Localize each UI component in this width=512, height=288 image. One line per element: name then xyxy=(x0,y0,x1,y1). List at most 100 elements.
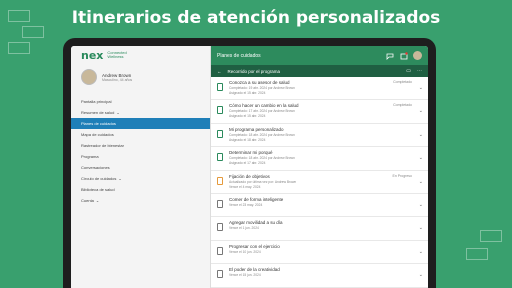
list-item[interactable]: Fijación de objetivos Actualizado por últ… xyxy=(211,171,428,194)
hexagon-decoration xyxy=(8,42,30,54)
sidebar-item[interactable]: Pantalla principal xyxy=(71,96,210,107)
brand-logo: nex Connected Wellness xyxy=(71,46,210,64)
avatar xyxy=(81,69,97,85)
list-item-meta: Actualizado por última vez por: Andrew B… xyxy=(229,179,297,184)
sidebar-item-label: Conversaciones xyxy=(81,165,110,170)
list-item-meta: Completado: 17 abr. 2024 por Andrew Brow… xyxy=(229,109,295,114)
list-item-meta: Asignado el 15 abr. 2024 xyxy=(229,114,266,119)
sidebar-item[interactable]: Planes de cuidados xyxy=(71,118,210,129)
hexagon-decoration xyxy=(466,248,488,260)
list-item-meta: Vence el 4 may. 2024 xyxy=(229,184,261,189)
chevron-down-icon: ⌄ xyxy=(116,110,120,115)
sidebar-item-label: Rastreador de bienestar xyxy=(81,143,124,148)
checklist-complete-icon xyxy=(217,83,223,91)
list-item-body: Progresar con el ejercicio Vence el 10 ju… xyxy=(229,244,422,254)
sidebar: nex Connected Wellness Andrew Brown Masc… xyxy=(71,46,211,288)
sidebar-item[interactable]: Rastreador de bienestar xyxy=(71,140,210,151)
checklist-in-progress-icon xyxy=(217,176,223,185)
chevron-down-icon: ⌄ xyxy=(118,176,122,181)
document-icon xyxy=(217,223,223,232)
checklist-complete-icon xyxy=(217,129,223,138)
header-avatar[interactable] xyxy=(413,51,422,60)
chevron-down-icon[interactable]: ⌄ xyxy=(419,272,423,278)
main-panel: Planes de cuidados ← Recorrido por el pr… xyxy=(211,46,428,288)
list-item-title: Agregar movilidad a su día xyxy=(229,220,283,226)
list-item[interactable]: Agregar movilidad a su día Vence el 1 jun… xyxy=(211,217,428,241)
sidebar-item[interactable]: Resumen de salud ⌄ xyxy=(71,107,210,118)
chevron-down-icon[interactable]: ⌄ xyxy=(419,155,423,161)
section-title: Recorrido por el programa xyxy=(227,68,281,74)
sidebar-item[interactable]: Programa xyxy=(71,151,210,162)
list-item-title: Progresar con el ejercicio xyxy=(229,243,280,249)
user-profile[interactable]: Andrew Brown Masculino, 44 años xyxy=(71,64,210,90)
logo-sub-line2: Wellness xyxy=(107,54,124,59)
chevron-down-icon[interactable]: ⌄ xyxy=(419,108,423,114)
list-item-meta: Asignado el 18 abr. 2024 xyxy=(229,137,266,142)
tablet-frame: nex Connected Wellness Andrew Brown Masc… xyxy=(63,38,436,288)
sidebar-nav: Pantalla principal Resumen de salud ⌄ Plane… xyxy=(71,96,210,206)
list-item-body: Mi programa personalizado Completado: 18 … xyxy=(229,127,422,142)
list-item-meta: Completado: 18 abr. 2024 por Andrew Brow… xyxy=(229,156,295,161)
hexagon-decoration xyxy=(480,230,502,242)
logo-sub-text: Connected Wellness xyxy=(107,50,126,60)
back-arrow-icon[interactable]: ← xyxy=(217,69,222,74)
list-item-title: Mi programa personalizado xyxy=(229,126,284,132)
chevron-down-icon[interactable]: ⌄ xyxy=(419,132,423,138)
list-item-meta: Vence el 23 may. 2024 xyxy=(229,202,263,207)
list-item-meta: Asignado el 17 abr. 2024 xyxy=(229,161,266,166)
list-item-title: Comer de forma inteligente xyxy=(229,196,284,202)
sidebar-item[interactable]: Cuenta ⌄ xyxy=(71,195,210,206)
list-item-meta: Completado: 19 abr. 2024 por Andrew Brow… xyxy=(229,86,295,90)
profile-subtitle: Masculino, 44 años xyxy=(102,77,133,82)
sidebar-item-label: Pantalla principal xyxy=(81,99,112,104)
list-item[interactable]: Conozca a su asesor de salud Completado: … xyxy=(211,77,428,101)
list-item-meta: Vence el 15 jun. 2024 xyxy=(229,273,261,278)
app-screen: nex Connected Wellness Andrew Brown Masc… xyxy=(71,46,428,288)
chat-icon[interactable] xyxy=(385,51,394,60)
chevron-down-icon[interactable]: ⌄ xyxy=(419,202,423,208)
document-icon xyxy=(217,270,223,279)
document-icon xyxy=(217,246,223,255)
list-item[interactable]: Comer de forma inteligente Vence el 23 ma… xyxy=(211,194,428,218)
list-item-meta: Vence el 10 jun. 2024 xyxy=(229,249,261,254)
more-options-icon[interactable]: ⋯ xyxy=(417,68,422,74)
chevron-down-icon[interactable]: ⌄ xyxy=(419,85,423,91)
status-label: Completado xyxy=(393,103,412,108)
page-title: Planes de cuidados xyxy=(217,52,261,59)
section-header: ← Recorrido por el programa ▭ ⋯ xyxy=(211,65,428,77)
checklist-complete-icon xyxy=(217,153,223,162)
sidebar-item-label: Mapa de cuidados xyxy=(81,132,114,137)
list-item-meta: Asignado el 15 abr. 2024 xyxy=(229,91,266,95)
chevron-down-icon[interactable]: ⌄ xyxy=(419,225,423,231)
sidebar-item-label: Cuenta xyxy=(81,198,94,203)
sidebar-item[interactable]: Conversaciones xyxy=(71,162,210,173)
list-item[interactable]: Cómo hacer un cambio en la salud Completa… xyxy=(211,100,428,124)
print-icon[interactable]: ▭ xyxy=(406,68,411,74)
sidebar-item[interactable]: Círculo de cuidados ⌄ xyxy=(71,173,210,184)
sidebar-item-label: Círculo de cuidados xyxy=(81,176,117,181)
profile-name: Andrew Brown xyxy=(102,72,132,78)
status-label: En Progreso xyxy=(392,173,412,178)
list-item[interactable]: Progresar con el ejercicio Vence el 10 ju… xyxy=(211,241,428,265)
headline: Itinerarios de atención personalizados xyxy=(71,8,441,28)
checklist-complete-icon xyxy=(217,106,223,115)
chevron-down-icon[interactable]: ⌄ xyxy=(419,249,423,255)
list-item-title: El poder de la creatividad xyxy=(229,267,280,273)
sidebar-item[interactable]: Mapa de cuidados xyxy=(71,129,210,140)
notifications-icon[interactable] xyxy=(399,51,408,60)
list-item-body: Agregar movilidad a su día Vence el 1 jun… xyxy=(229,220,422,230)
list-item[interactable]: El poder de la creatividad Vence el 15 ju… xyxy=(211,264,428,288)
sidebar-item-label: Planes de cuidados xyxy=(81,121,116,126)
sidebar-item[interactable]: Biblioteca de salud xyxy=(71,184,210,195)
chevron-down-icon[interactable]: ⌄ xyxy=(419,179,423,185)
list-item-body: Comer de forma inteligente Vence el 23 ma… xyxy=(229,197,422,207)
top-bar: Planes de cuidados xyxy=(211,46,428,65)
sidebar-item-label: Biblioteca de salud xyxy=(81,187,115,192)
document-icon xyxy=(217,199,223,208)
list-item[interactable]: Mi programa personalizado Completado: 18 … xyxy=(211,124,428,148)
sidebar-item-label: Resumen de salud xyxy=(81,110,115,115)
list-item[interactable]: Determinar mi porqué Completado: 18 abr. … xyxy=(211,147,428,171)
list-item-title: Determinar mi porqué xyxy=(229,150,273,156)
status-label: Completado xyxy=(393,80,412,84)
list-item-body: El poder de la creatividad Vence el 15 ju… xyxy=(229,267,422,277)
